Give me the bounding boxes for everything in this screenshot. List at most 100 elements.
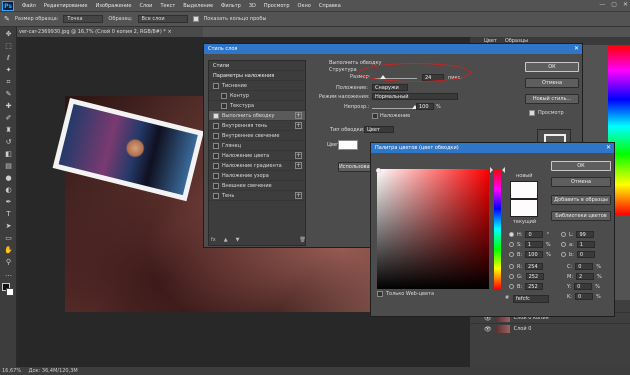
opacity-field[interactable]: 100 (416, 103, 434, 110)
style-item-blending-options[interactable]: Параметры наложения (209, 71, 305, 81)
menu-window[interactable]: Окно (294, 3, 315, 9)
stamp-icon[interactable]: ♜ (2, 125, 15, 135)
marquee-icon[interactable]: ⬚ (2, 41, 15, 51)
layer-row[interactable]: 👁 Слой 0 (470, 323, 630, 334)
preview-checkbox[interactable] (529, 110, 535, 116)
style-checkbox[interactable] (213, 132, 219, 139)
move-icon[interactable]: ✥ (2, 29, 15, 39)
more-tools-icon[interactable]: … (2, 269, 15, 279)
layer-style-titlebar[interactable]: Стиль слоя ✕ (204, 44, 582, 54)
radio-blue[interactable] (509, 284, 514, 289)
overprint-checkbox[interactable] (372, 113, 378, 119)
blue-field[interactable]: 252 (525, 283, 544, 290)
brush-icon[interactable]: ✐ (2, 113, 15, 123)
hue-right-arrow-icon[interactable] (502, 167, 505, 173)
menu-select[interactable]: Выделение (179, 3, 217, 9)
saturation-brightness-field[interactable] (377, 169, 489, 289)
c-field[interactable]: 0 (575, 263, 594, 270)
healing-icon[interactable]: ✚ (2, 101, 15, 111)
menu-layers[interactable]: Слои (135, 3, 156, 9)
style-checkbox[interactable] (221, 102, 227, 109)
menu-file[interactable]: Файл (18, 3, 40, 9)
crop-icon[interactable]: ⌗ (2, 77, 15, 87)
type-icon[interactable]: T (2, 209, 15, 219)
color-swatches[interactable] (2, 283, 14, 299)
style-item-texture[interactable]: Текстура (209, 101, 305, 111)
document-tab[interactable]: ver-car-2369930.jpg @ 16,7% (Слой 0 копи… (17, 27, 203, 37)
l-field[interactable]: 99 (576, 231, 595, 238)
style-checkbox[interactable] (213, 112, 219, 119)
menu-type[interactable]: Текст (156, 3, 179, 9)
menu-filter[interactable]: Фильтр (217, 3, 245, 9)
hand-icon[interactable]: ✋ (2, 245, 15, 255)
lab-b-field[interactable]: 0 (576, 251, 595, 258)
radio-g[interactable] (509, 274, 514, 279)
style-item-outer-glow[interactable]: Внешнее свечение (209, 181, 305, 191)
quick-select-icon[interactable]: ✦ (2, 65, 15, 75)
current-color-swatch[interactable] (510, 199, 538, 217)
style-item-color-overlay[interactable]: Наложение цвета + (209, 151, 305, 161)
lasso-icon[interactable]: ℓ (2, 53, 15, 63)
picker-cancel-button[interactable]: Отмена (551, 177, 611, 187)
hue-left-arrow-icon[interactable] (490, 167, 493, 173)
add-icon[interactable]: + (295, 112, 302, 119)
sample-size-select[interactable]: Точка (63, 15, 104, 23)
add-icon[interactable]: + (295, 122, 302, 129)
a-field[interactable]: 1 (576, 241, 595, 248)
style-checkbox[interactable] (213, 122, 219, 129)
blur-icon[interactable]: ● (2, 173, 15, 183)
maximize-button[interactable]: ▢ (611, 1, 617, 8)
show-ring-checkbox[interactable] (192, 16, 199, 22)
sample-select[interactable]: Все слои (137, 15, 188, 23)
style-item-styles[interactable]: Стили (209, 61, 305, 71)
zoom-level[interactable]: 16,67% (2, 368, 21, 374)
eraser-icon[interactable]: ◧ (2, 149, 15, 159)
opacity-slider-track[interactable] (372, 108, 415, 109)
fx-icon[interactable]: fx (211, 237, 216, 243)
style-item-stroke[interactable]: Выполнить обводку + (209, 111, 305, 121)
zoom-icon[interactable]: ⚲ (2, 257, 15, 267)
y-field[interactable]: 0 (574, 283, 593, 290)
style-checkbox[interactable] (213, 162, 219, 169)
style-item-drop-shadow[interactable]: Тень + (209, 191, 305, 201)
style-checkbox[interactable] (213, 182, 219, 189)
close-window-button[interactable]: ✕ (623, 1, 628, 8)
radio-lab-b[interactable] (561, 252, 566, 257)
eye-icon[interactable]: 👁 (484, 326, 492, 333)
color-marker[interactable] (376, 168, 381, 173)
g-field[interactable]: 252 (525, 273, 544, 280)
menu-edit[interactable]: Редактирование (40, 3, 92, 9)
shape-icon[interactable]: ▭ (2, 233, 15, 243)
menu-help[interactable]: Справка (315, 3, 345, 9)
add-icon[interactable]: + (295, 192, 302, 199)
add-icon[interactable]: + (295, 162, 302, 169)
add-icon[interactable]: + (295, 152, 302, 159)
add-to-swatches-button[interactable]: Добавить в образцы (551, 195, 611, 205)
radio-h[interactable] (509, 232, 514, 237)
style-checkbox[interactable] (213, 192, 219, 199)
style-item-satin[interactable]: Глянец (209, 141, 305, 151)
stroke-color-swatch[interactable] (338, 140, 358, 150)
fill-type-select[interactable]: Цвет (364, 126, 394, 133)
cancel-button[interactable]: Отмена (525, 78, 579, 88)
hue-slider[interactable] (494, 169, 501, 289)
m-field[interactable]: 2 (576, 273, 594, 280)
radio-r[interactable] (509, 264, 514, 269)
radio-s[interactable] (509, 242, 514, 247)
ok-button[interactable]: ОК (525, 62, 579, 72)
menu-view[interactable]: Просмотр (260, 3, 294, 9)
h-field[interactable]: 0 (525, 231, 544, 238)
hex-field[interactable]: fefcfc (513, 295, 549, 303)
close-icon[interactable]: ✕ (574, 44, 579, 54)
style-item-bevel[interactable]: Тиснение (209, 81, 305, 91)
close-tab-icon[interactable]: × (168, 29, 172, 35)
r-field[interactable]: 254 (525, 263, 544, 270)
style-item-pattern-overlay[interactable]: Наложение узора (209, 171, 305, 181)
color-libraries-button[interactable]: Библиотеки цветов (551, 211, 611, 221)
eyedropper-tool-icon[interactable]: ✎ (2, 89, 15, 99)
radio-a[interactable] (561, 242, 566, 247)
dodge-icon[interactable]: ◐ (2, 185, 15, 195)
move-up-icon[interactable]: ▲ (224, 237, 228, 243)
style-checkbox[interactable] (221, 92, 227, 99)
style-checkbox[interactable] (213, 172, 219, 179)
